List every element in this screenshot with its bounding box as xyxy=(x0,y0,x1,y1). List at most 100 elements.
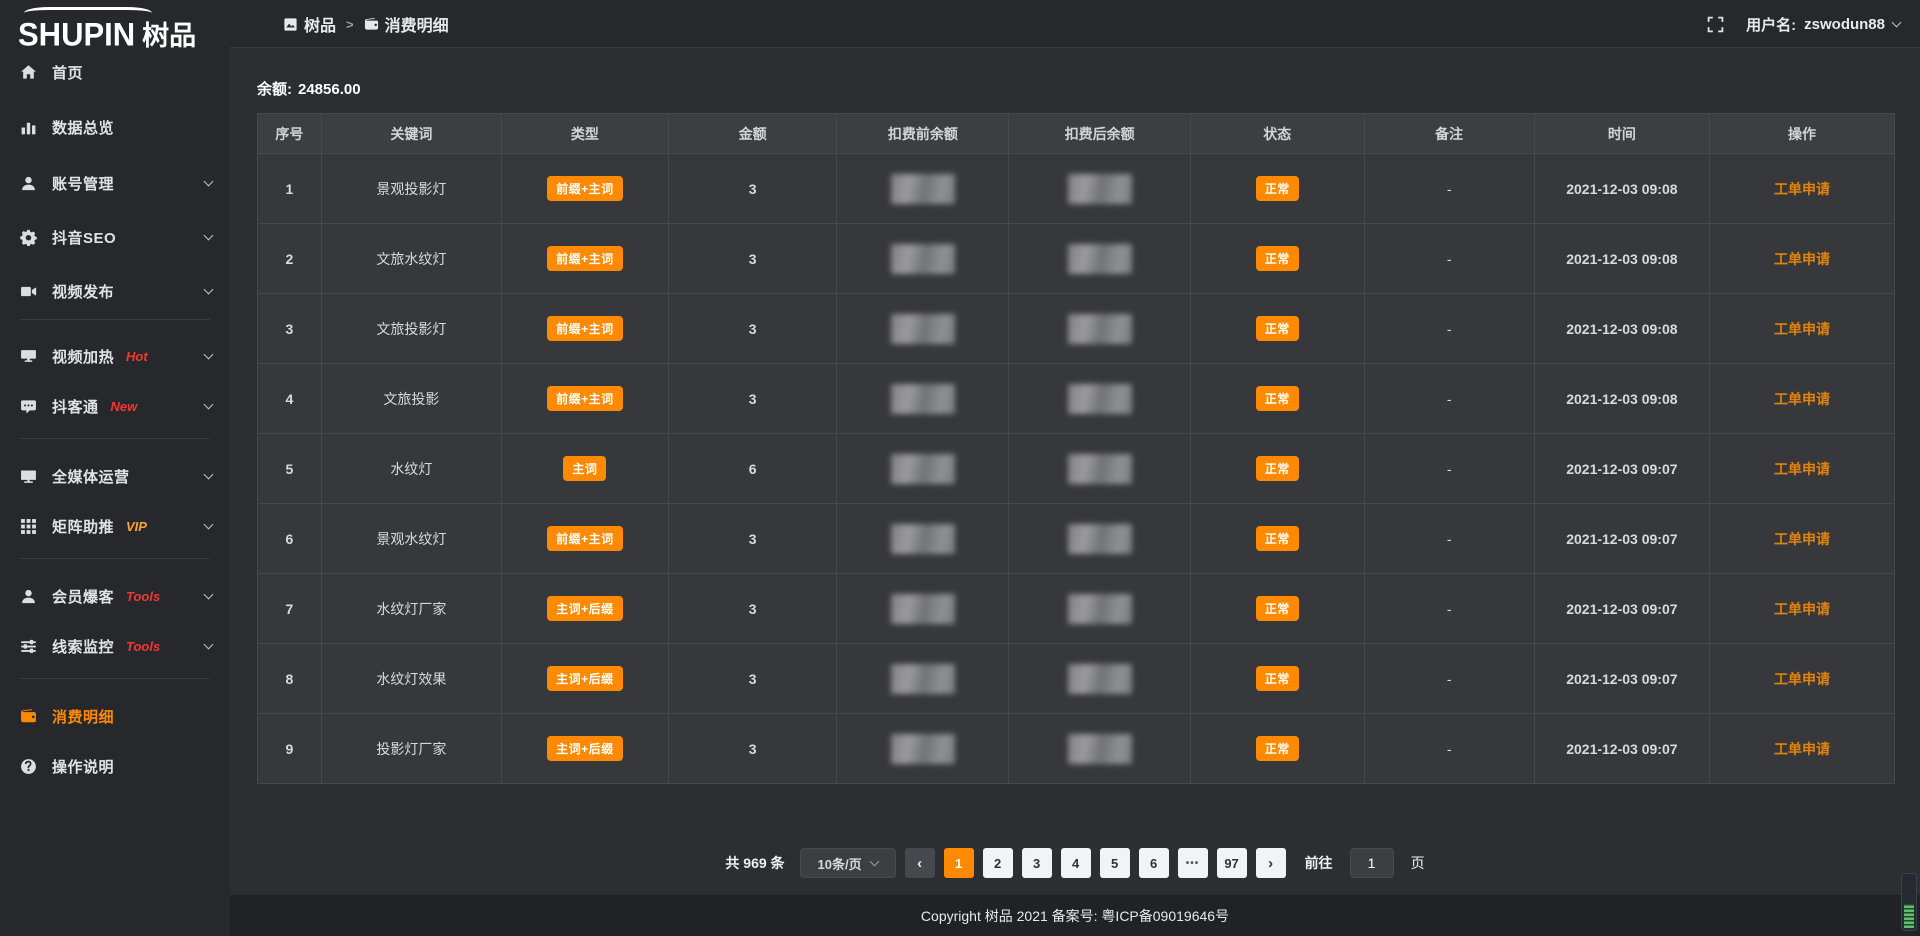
page-button[interactable]: 4 xyxy=(1061,848,1091,878)
status-badge: 正常 xyxy=(1256,176,1299,201)
work-order-link[interactable]: 工单申请 xyxy=(1774,461,1830,477)
chevron-down-icon xyxy=(204,176,214,186)
cell-type: 前缀+主词 xyxy=(501,294,668,364)
cell-remark: - xyxy=(1364,224,1534,294)
cell-time: 2021-12-03 09:07 xyxy=(1534,714,1709,784)
cell-no: 7 xyxy=(258,574,322,644)
goto-page-input[interactable] xyxy=(1350,848,1394,878)
cell-time: 2021-12-03 09:07 xyxy=(1534,574,1709,644)
cell-fee-before xyxy=(837,154,1009,224)
table-row: 7 水纹灯厂家 主词+后缀 3 正常 - 2021-12-03 09:07 工单… xyxy=(258,574,1895,644)
masked-value xyxy=(1068,384,1132,414)
cell-fee-before xyxy=(837,364,1009,434)
page-size-value: 10条/页 xyxy=(818,854,862,873)
work-order-link[interactable]: 工单申请 xyxy=(1774,181,1830,197)
cell-keyword: 景观水纹灯 xyxy=(321,504,501,574)
masked-value xyxy=(1068,594,1132,624)
page-button[interactable]: 97 xyxy=(1217,848,1247,878)
cell-amount: 3 xyxy=(668,574,837,644)
sidebar-item-matrix-boost[interactable]: 矩阵助推 VIP xyxy=(0,509,230,543)
work-order-link[interactable]: 工单申请 xyxy=(1774,531,1830,547)
sidebar-item-home[interactable]: 首页 xyxy=(0,55,230,89)
cell-type: 前缀+主词 xyxy=(501,504,668,574)
cell-remark: - xyxy=(1364,644,1534,714)
cell-status: 正常 xyxy=(1191,434,1365,504)
cell-fee-before xyxy=(837,294,1009,364)
table-row: 3 文旅投影灯 前缀+主词 3 正常 - 2021-12-03 09:08 工单… xyxy=(258,294,1895,364)
user-menu[interactable]: 用户名: zswodun88 xyxy=(1746,14,1900,35)
cell-action: 工单申请 xyxy=(1709,364,1894,434)
wallet-icon xyxy=(20,708,37,725)
cell-amount: 3 xyxy=(668,504,837,574)
sidebar-item-media-operation[interactable]: 全媒体运营 xyxy=(0,459,230,493)
cell-time: 2021-12-03 09:07 xyxy=(1534,434,1709,504)
masked-value xyxy=(891,244,955,274)
app-logo[interactable]: SHUPIN 树品 xyxy=(18,6,213,50)
cell-remark: - xyxy=(1364,574,1534,644)
fullscreen-icon[interactable] xyxy=(1707,16,1724,33)
page-button[interactable]: 3 xyxy=(1022,848,1052,878)
next-page-button[interactable]: › xyxy=(1256,848,1286,878)
gear-icon xyxy=(20,229,37,246)
cell-fee-after xyxy=(1009,714,1191,784)
cell-fee-before xyxy=(837,224,1009,294)
monitor-icon xyxy=(20,468,37,485)
cell-keyword: 投影灯厂家 xyxy=(321,714,501,784)
chevron-down-icon xyxy=(204,399,214,409)
masked-value xyxy=(891,594,955,624)
grid-icon xyxy=(20,518,37,535)
cell-fee-before xyxy=(837,644,1009,714)
prev-page-button[interactable]: ‹ xyxy=(905,848,935,878)
top-bar: 树品 > 消费明细 用户名: zswodun88 xyxy=(0,0,1920,48)
cell-amount: 3 xyxy=(668,224,837,294)
page-button[interactable]: 2 xyxy=(983,848,1013,878)
cell-no: 2 xyxy=(258,224,322,294)
work-order-link[interactable]: 工单申请 xyxy=(1774,741,1830,757)
table-row: 9 投影灯厂家 主词+后缀 3 正常 - 2021-12-03 09:07 工单… xyxy=(258,714,1895,784)
sidebar-item-video-publish[interactable]: 视频发布 xyxy=(0,274,230,308)
masked-value xyxy=(891,524,955,554)
goto-label: 前往 xyxy=(1305,853,1333,873)
more-pages-button[interactable]: ••• xyxy=(1178,848,1208,878)
cell-status: 正常 xyxy=(1191,364,1365,434)
sidebar-item-data-overview[interactable]: 数据总览 xyxy=(0,110,230,144)
breadcrumb: 树品 > 消费明细 xyxy=(283,0,449,48)
sidebar-item-video-heat[interactable]: 视频加热 Hot xyxy=(0,339,230,373)
type-badge: 主词 xyxy=(563,456,606,481)
cell-keyword: 景观投影灯 xyxy=(321,154,501,224)
masked-value xyxy=(891,734,955,764)
table-row: 8 水纹灯效果 主词+后缀 3 正常 - 2021-12-03 09:07 工单… xyxy=(258,644,1895,714)
breadcrumb-home[interactable]: 树品 xyxy=(283,12,336,36)
cell-type: 前缀+主词 xyxy=(501,154,668,224)
breadcrumb-current[interactable]: 消费明细 xyxy=(364,12,449,36)
work-order-link[interactable]: 工单申请 xyxy=(1774,321,1830,337)
sidebar-item-douyin-seo[interactable]: 抖音SEO xyxy=(0,220,230,254)
work-order-link[interactable]: 工单申请 xyxy=(1774,391,1830,407)
work-order-link[interactable]: 工单申请 xyxy=(1774,251,1830,267)
copyright-text: Copyright 树品 2021 备案号: 粤ICP备09019646号 xyxy=(921,906,1229,926)
page-size-select[interactable]: 10条/页 xyxy=(800,848,896,878)
balance: 余额:24856.00 xyxy=(257,78,361,99)
work-order-link[interactable]: 工单申请 xyxy=(1774,601,1830,617)
type-badge: 前缀+主词 xyxy=(547,316,623,341)
cell-no: 1 xyxy=(258,154,322,224)
col-header-time: 时间 xyxy=(1534,114,1709,154)
work-order-link[interactable]: 工单申请 xyxy=(1774,671,1830,687)
sidebar-item-account[interactable]: 账号管理 xyxy=(0,166,230,200)
sidebar-item-member-burst[interactable]: 会员爆客 Tools xyxy=(0,579,230,613)
sidebar-item-consumption-detail[interactable]: 消费明细 xyxy=(0,699,230,733)
type-badge: 前缀+主词 xyxy=(547,246,623,271)
sidebar-item-douketong[interactable]: 抖客通 New xyxy=(0,389,230,423)
cell-fee-after xyxy=(1009,644,1191,714)
chevron-down-icon xyxy=(869,856,879,866)
sidebar-item-lead-monitor[interactable]: 线索监控 Tools xyxy=(0,629,230,663)
new-badge: New xyxy=(111,399,138,414)
page-button[interactable]: 5 xyxy=(1100,848,1130,878)
cell-keyword: 文旅投影 xyxy=(321,364,501,434)
page-button[interactable]: 6 xyxy=(1139,848,1169,878)
logo-text-cn: 树品 xyxy=(142,22,196,50)
type-badge: 主词+后缀 xyxy=(547,736,623,761)
masked-value xyxy=(891,454,955,484)
sidebar-item-instructions[interactable]: 操作说明 xyxy=(0,749,230,783)
page-button[interactable]: 1 xyxy=(944,848,974,878)
